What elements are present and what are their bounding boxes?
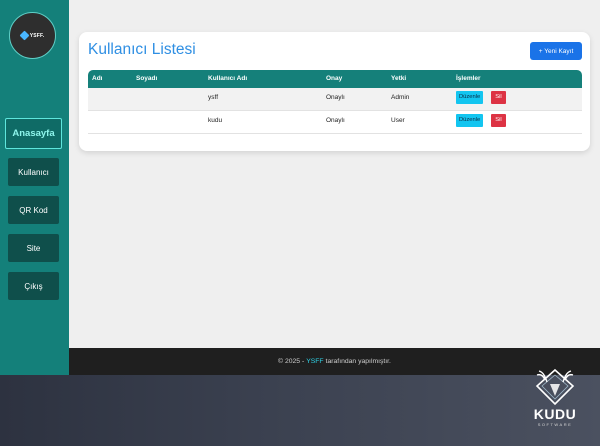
edit-button[interactable]: Düzenle	[456, 91, 484, 104]
nav-item-cikis[interactable]: Çıkış	[8, 272, 59, 300]
column-header-islemler: İşlemler	[456, 75, 481, 82]
kudu-emblem-icon	[535, 368, 575, 406]
kudu-software-logo: KUDU SOFTWARE	[523, 366, 593, 444]
cell-kullanici-adi: kudu	[208, 117, 223, 124]
column-header-yetki: Yetki	[391, 75, 407, 82]
add-record-button[interactable]: + Yeni Kayıt	[530, 42, 582, 60]
cell-onay: Onaylı	[326, 94, 345, 101]
sidebar: YSFF. Anasayfa Kullanıcı QR Kod Site Çık…	[0, 0, 69, 375]
kudu-word: KUDU	[533, 406, 577, 422]
logo-text: YSFF.	[29, 32, 45, 39]
table-header: Adı Soyadı Kullanıcı Adı Onay Yetki İşle…	[88, 70, 582, 88]
cell-yetki: Admin	[391, 94, 410, 101]
nav-item-anasayfa[interactable]: Anasayfa	[5, 118, 62, 149]
bottom-band	[0, 375, 600, 446]
cell-kullanici-adi: ysff	[208, 94, 218, 101]
cell-yetki: User	[391, 117, 405, 124]
footer-suffix: tarafından yapılmıştır.	[325, 358, 391, 365]
nav-item-qr-kod[interactable]: QR Kod	[8, 196, 59, 224]
cell-onay: Onaylı	[326, 117, 345, 124]
table-row: ysff Onaylı Admin Düzenle Sil	[88, 88, 582, 111]
kudu-sub: SOFTWARE	[537, 422, 573, 427]
column-header-ad: Adı	[92, 75, 103, 82]
footer-prefix: © 2025 -	[278, 358, 305, 365]
table-row: kudu Onaylı User Düzenle Sil	[88, 111, 582, 134]
delete-button[interactable]: Sil	[491, 91, 506, 104]
edit-button[interactable]: Düzenle	[456, 114, 484, 127]
logo-icon	[19, 30, 30, 41]
column-header-soyad: Soyadı	[136, 75, 158, 82]
main-content: Kullanıcı Listesi + Yeni Kayıt Adı Soyad…	[69, 0, 600, 348]
column-header-onay: Onay	[326, 75, 343, 82]
footer: © 2025 - YSFF tarafından yapılmıştır.	[69, 348, 600, 375]
user-table: Adı Soyadı Kullanıcı Adı Onay Yetki İşle…	[88, 70, 582, 134]
nav-item-site[interactable]: Site	[8, 234, 59, 262]
footer-brand-link[interactable]: YSFF	[306, 358, 323, 365]
column-header-kullanici-adi: Kullanıcı Adı	[208, 75, 248, 82]
nav-item-kullanici[interactable]: Kullanıcı	[8, 158, 59, 186]
app-logo[interactable]: YSFF.	[9, 12, 56, 59]
user-list-card: Kullanıcı Listesi + Yeni Kayıt Adı Soyad…	[79, 32, 590, 151]
delete-button[interactable]: Sil	[491, 114, 506, 127]
page-title: Kullanıcı Listesi	[88, 41, 196, 58]
